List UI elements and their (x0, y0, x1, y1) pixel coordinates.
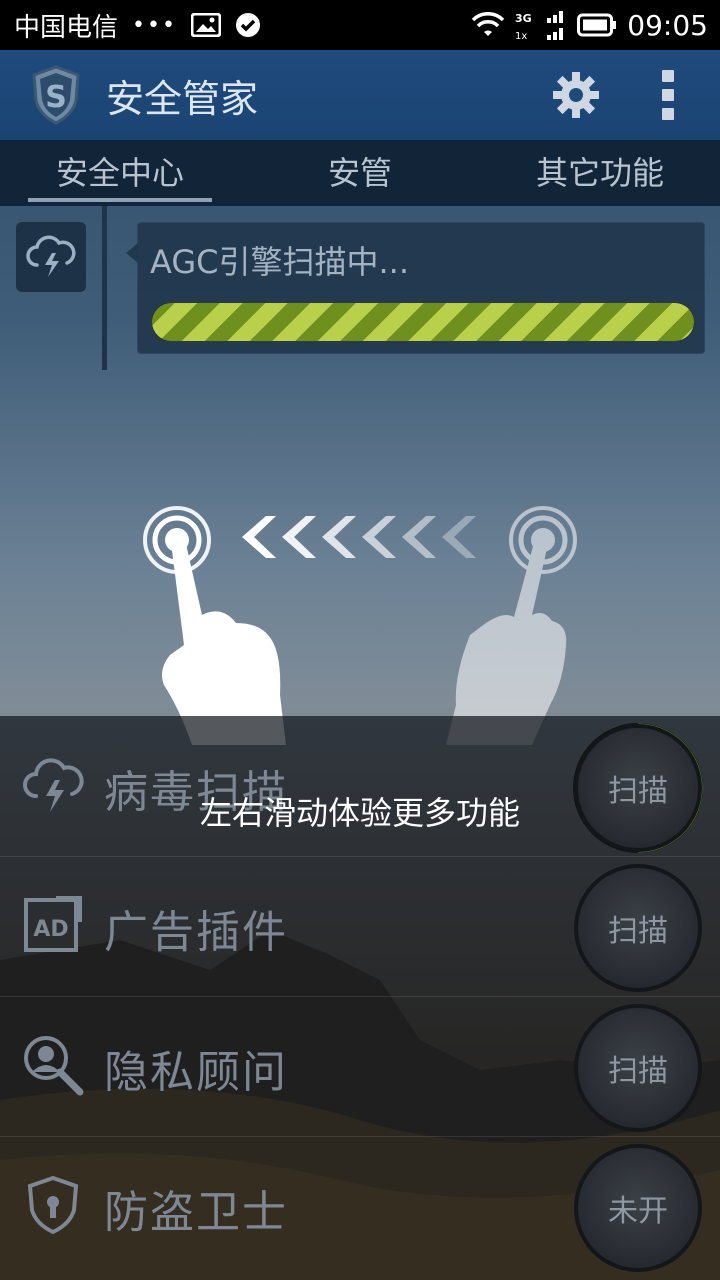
settings-gear-icon[interactable] (552, 71, 600, 119)
tab-security-center[interactable]: 安全中心 (0, 140, 240, 206)
ad-scan-button[interactable]: 扫描 (574, 864, 702, 992)
scan-progress-fill (152, 303, 694, 341)
ad-icon: AD (22, 894, 84, 956)
network-sub-label: 1x (515, 31, 527, 41)
check-circle-icon (235, 12, 261, 38)
timeline-line (102, 206, 107, 370)
scan-progress-bar (150, 301, 696, 343)
list-item-anti-theft: 防盗卫士 未开 (0, 1136, 720, 1276)
list-item-label: 广告插件 (104, 907, 288, 958)
cloud-lightning-icon (16, 222, 86, 292)
notification-dots: ••• (132, 12, 177, 38)
list-item-label: 防盗卫士 (104, 1187, 288, 1238)
tab-other-functions[interactable]: 其它功能 (480, 140, 720, 206)
app-header: S 安全管家 (0, 50, 720, 140)
shield-lock-icon (22, 1174, 84, 1236)
clock: 09:05 (627, 8, 708, 42)
tab-anguan[interactable]: 安管 (240, 140, 480, 206)
signal-icon: 3G 1x (515, 9, 567, 41)
scan-status-card: AGC引擎扫描中... (126, 222, 705, 354)
app-title: 安全管家 (106, 76, 259, 121)
image-icon (190, 13, 221, 37)
swipe-tip-text: 左右滑动体验更多功能 (199, 794, 520, 832)
svg-text:AD: AD (33, 917, 68, 942)
shield-logo-icon: S (30, 65, 82, 125)
network-type-label: 3G (515, 12, 532, 25)
list-item-label: 隐私顾问 (104, 1047, 288, 1098)
scan-status-text: AGC引擎扫描中... (150, 243, 409, 281)
list-item-ad-plugin: AD 广告插件 扫描 (0, 856, 720, 997)
anti-theft-toggle-button[interactable]: 未开 (574, 1144, 702, 1272)
privacy-search-icon (22, 1034, 84, 1096)
list-item-privacy-advisor: 隐私顾问 扫描 (0, 996, 720, 1137)
carrier-label: 中国电信 (14, 12, 119, 43)
list-item-virus-scan: 病毒扫描 扫描 (0, 716, 720, 857)
tab-bar: 安全中心 安管 其它功能 (0, 140, 720, 206)
privacy-scan-button[interactable]: 扫描 (574, 1004, 702, 1132)
battery-icon (577, 13, 617, 37)
more-icon[interactable] (660, 70, 676, 120)
logo-letter: S (45, 80, 67, 115)
status-bar: 中国电信 ••• 3G 1x 09:05 (0, 0, 720, 50)
wifi-icon (471, 12, 505, 38)
